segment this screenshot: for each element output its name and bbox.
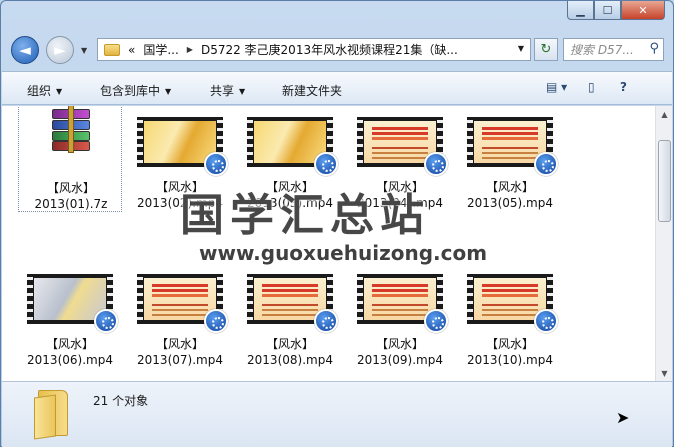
file-item-09[interactable]: 【风水】 2013(09).mp4 [348, 259, 452, 369]
scroll-thumb[interactable] [658, 140, 671, 222]
minimize-button[interactable]: ▁ [567, 1, 594, 20]
chevron-right-icon[interactable]: ▶ [187, 45, 193, 54]
archive-icon [48, 106, 94, 153]
media-player-badge-icon [534, 309, 558, 333]
share-label: 共享 [210, 84, 235, 98]
scroll-up-icon[interactable]: ▲ [657, 106, 672, 122]
file-item-07[interactable]: 【风水】 2013(07).mp4 [128, 259, 232, 369]
vertical-scrollbar[interactable]: ▲ ▼ [655, 106, 672, 381]
file-item-05[interactable]: 【风水】 2013(05).mp4 [458, 106, 562, 212]
include-library-label: 包含到库中 [100, 84, 161, 98]
chevron-down-icon: ▼ [239, 87, 246, 96]
watermark-url: www.guoxuehuizong.com [199, 241, 488, 265]
refresh-button[interactable]: ↻ [534, 38, 558, 61]
folder-icon [34, 390, 74, 440]
breadcrumb-item-parent[interactable]: 国学... [143, 41, 178, 58]
media-player-badge-icon [204, 309, 228, 333]
organize-label: 组织 [27, 84, 52, 98]
preview-pane-icon[interactable]: ▯ [588, 80, 595, 94]
file-name: 【风水】 2013(07).mp4 [137, 337, 223, 367]
file-list-pane[interactable]: 【风水】 2013(01).7z 【风水】 2013(02).mp4 【风水】 201… [2, 106, 672, 381]
media-player-badge-icon [204, 152, 228, 176]
caption-buttons: ▁ ☐ ✕ [567, 1, 665, 21]
close-button[interactable]: ✕ [621, 1, 665, 20]
media-player-badge-icon [94, 309, 118, 333]
navigation-bar: ◄ ► ▼ « 国学... ▶ D5722 李己庚2013年风水视频课程21集（… [1, 31, 673, 69]
file-item-08[interactable]: 【风水】 2013(08).mp4 [238, 259, 342, 369]
new-folder-button[interactable]: 新建文件夹 [282, 82, 342, 99]
media-player-badge-icon [314, 152, 338, 176]
organize-menu[interactable]: 组织 ▼ [27, 82, 62, 99]
include-library-menu[interactable]: 包含到库中 ▼ [100, 82, 171, 99]
breadcrumb-item-current[interactable]: D5722 李己庚2013年风水视频课程21集（缺... [201, 41, 458, 58]
chevron-down-icon: ▼ [56, 87, 63, 96]
recent-pages-dropdown-icon[interactable]: ▼ [81, 46, 87, 55]
back-button[interactable]: ◄ [11, 36, 39, 64]
file-item-10[interactable]: 【风水】 2013(10).mp4 [458, 259, 562, 369]
watermark-title: 国学汇总站 [180, 190, 430, 241]
address-bar[interactable]: « 国学... ▶ D5722 李己庚2013年风水视频课程21集（缺... ▼ [97, 38, 531, 61]
scroll-down-icon[interactable]: ▼ [657, 365, 672, 381]
file-name: 【风水】 2013(05).mp4 [467, 180, 553, 210]
search-icon[interactable]: ⚲ [649, 41, 659, 56]
file-item-01[interactable]: 【风水】 2013(01).7z [18, 106, 122, 212]
explorer-window: ▁ ☐ ✕ ◄ ► ▼ « 国学... ▶ D5722 李己庚2013年风水视频… [0, 0, 674, 447]
file-item-06[interactable]: 【风水】 2013(06).mp4 [18, 259, 122, 369]
change-view-icon[interactable]: ▤ ▾ [546, 80, 567, 94]
file-name: 【风水】 2013(08).mp4 [247, 337, 333, 367]
details-pane: 21 个对象 ➤ [2, 381, 672, 447]
forward-button[interactable]: ► [46, 36, 74, 64]
chevron-down-icon: ▼ [165, 87, 172, 96]
command-toolbar: 组织 ▼ 包含到库中 ▼ 共享 ▼ 新建文件夹 ▤ ▾ ▯ ? [2, 71, 672, 105]
file-name: 【风水】 2013(06).mp4 [27, 337, 113, 367]
media-player-badge-icon [424, 152, 448, 176]
item-count: 21 个对象 [93, 394, 149, 408]
mouse-cursor-icon: ➤ [616, 408, 630, 427]
help-icon[interactable]: ? [620, 80, 627, 94]
media-player-badge-icon [424, 309, 448, 333]
file-name: 【风水】 2013(01).7z [34, 181, 108, 211]
file-name: 【风水】 2013(10).mp4 [467, 337, 553, 367]
media-player-badge-icon [314, 309, 338, 333]
file-name: 【风水】 2013(09).mp4 [357, 337, 443, 367]
maximize-button[interactable]: ☐ [594, 1, 621, 20]
breadcrumb-overflow[interactable]: « [128, 43, 135, 57]
chevron-down-icon[interactable]: ▼ [518, 44, 524, 53]
search-input[interactable]: 搜索 D57... ⚲ [563, 38, 664, 61]
search-placeholder: 搜索 D57... [570, 43, 634, 57]
media-player-badge-icon [534, 152, 558, 176]
folder-icon [104, 43, 120, 56]
share-menu[interactable]: 共享 ▼ [210, 82, 245, 99]
